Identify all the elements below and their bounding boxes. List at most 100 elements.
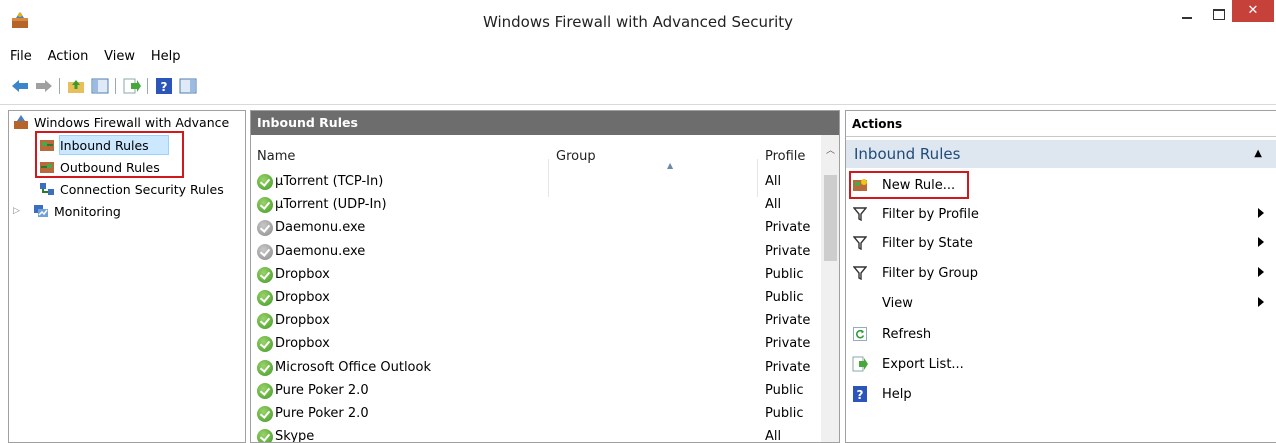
scroll-up-icon[interactable]: ︿ bbox=[821, 143, 839, 159]
action-refresh[interactable]: Refresh bbox=[846, 322, 1276, 346]
table-row[interactable]: Microsoft Office Outlook Private bbox=[251, 357, 821, 380]
toolbar: ? bbox=[0, 72, 1276, 100]
rule-profile: Private bbox=[765, 336, 811, 352]
annotation-highlight-box bbox=[35, 131, 184, 178]
disabled-check-icon bbox=[257, 243, 273, 260]
svg-text:?: ? bbox=[161, 80, 168, 94]
column-header-name[interactable]: Name bbox=[257, 149, 295, 164]
table-row[interactable]: Dropbox Private bbox=[251, 310, 821, 333]
minimize-button[interactable] bbox=[1170, 0, 1204, 30]
table-row[interactable]: µTorrent (TCP-In) All bbox=[251, 171, 821, 194]
submenu-arrow-icon bbox=[1258, 237, 1264, 247]
table-row[interactable]: Daemonu.exe Private bbox=[251, 241, 821, 264]
actions-pane-title: Actions bbox=[846, 111, 1276, 137]
action-filter-by-profile[interactable]: Filter by Profile bbox=[846, 202, 1276, 226]
tree-item-connection-security-rules[interactable]: Connection Security Rules bbox=[39, 179, 224, 199]
rule-name: Daemonu.exe bbox=[275, 220, 366, 236]
menu-file[interactable]: File bbox=[10, 44, 38, 64]
table-row[interactable]: Pure Poker 2.0 Public bbox=[251, 380, 821, 403]
maximize-button[interactable] bbox=[1204, 0, 1232, 30]
rule-name: Dropbox bbox=[275, 289, 330, 305]
enabled-check-icon bbox=[257, 405, 273, 422]
disabled-check-icon bbox=[257, 220, 273, 237]
action-help[interactable]: ? Help bbox=[846, 382, 1276, 406]
menu-bar: File Action View Help bbox=[0, 44, 1276, 70]
toolbar-separator bbox=[147, 78, 148, 94]
sort-ascending-icon: ▲ bbox=[667, 161, 674, 170]
rule-profile: Private bbox=[765, 359, 811, 375]
show-hide-tree-icon[interactable] bbox=[90, 76, 110, 96]
tree-item-label: Windows Firewall with Advance bbox=[34, 114, 230, 130]
table-row[interactable]: Pure Poker 2.0 Public bbox=[251, 403, 821, 426]
enabled-check-icon bbox=[257, 359, 273, 376]
actions-section-label: Inbound Rules bbox=[854, 145, 961, 163]
refresh-icon bbox=[852, 326, 868, 342]
rule-name: µTorrent (UDP-In) bbox=[275, 197, 387, 213]
connection-security-icon bbox=[40, 183, 54, 195]
column-header-group[interactable]: Group bbox=[556, 149, 596, 164]
title-bar: Windows Firewall with Advanced Security … bbox=[0, 0, 1276, 44]
action-filter-by-group[interactable]: Filter by Group bbox=[846, 261, 1276, 285]
annotation-highlight-box bbox=[849, 171, 969, 199]
enabled-check-icon bbox=[257, 266, 273, 283]
table-row[interactable]: Dropbox Public bbox=[251, 287, 821, 310]
expand-chevron-icon[interactable]: ▷ bbox=[13, 206, 25, 216]
menu-action[interactable]: Action bbox=[48, 44, 95, 64]
action-filter-by-state[interactable]: Filter by State bbox=[846, 231, 1276, 255]
enabled-check-icon bbox=[257, 382, 273, 399]
toolbar-divider bbox=[0, 104, 1276, 105]
rule-name: µTorrent (TCP-In) bbox=[275, 174, 384, 189]
up-folder-icon[interactable] bbox=[66, 76, 86, 96]
rule-name: Pure Poker 2.0 bbox=[275, 405, 369, 421]
close-button[interactable]: ✕ bbox=[1232, 0, 1274, 22]
action-label: Help bbox=[882, 386, 912, 402]
rules-list-pane: Inbound Rules Name ▲ Group Profile µTorr… bbox=[250, 110, 840, 443]
help-icon[interactable]: ? bbox=[154, 76, 174, 96]
action-view[interactable]: View bbox=[846, 291, 1276, 315]
table-row[interactable]: Skype All bbox=[251, 426, 821, 443]
table-row[interactable]: Dropbox Private bbox=[251, 333, 821, 356]
collapse-triangle-icon[interactable]: ▲ bbox=[1254, 140, 1262, 168]
column-header-profile[interactable]: Profile bbox=[765, 149, 805, 164]
enabled-check-icon bbox=[257, 289, 273, 306]
back-arrow-icon[interactable] bbox=[10, 76, 30, 96]
toolbar-separator bbox=[59, 78, 60, 94]
submenu-arrow-icon bbox=[1258, 208, 1264, 218]
rule-profile: Private bbox=[765, 220, 811, 236]
window-title: Windows Firewall with Advanced Security bbox=[482, 13, 794, 31]
table-row[interactable]: Daemonu.exe Private bbox=[251, 217, 821, 240]
menu-view[interactable]: View bbox=[104, 44, 141, 64]
forward-arrow-icon[interactable] bbox=[34, 76, 54, 96]
submenu-arrow-icon bbox=[1258, 297, 1264, 307]
action-export-list[interactable]: Export List... bbox=[846, 352, 1276, 376]
scrollbar-thumb[interactable] bbox=[824, 175, 837, 261]
action-label: Filter by State bbox=[882, 235, 973, 251]
enabled-check-icon bbox=[257, 429, 273, 442]
rule-name: Dropbox bbox=[275, 336, 330, 352]
enabled-check-icon bbox=[257, 313, 273, 330]
tree-item-root[interactable]: Windows Firewall with Advance bbox=[13, 112, 229, 132]
monitoring-icon bbox=[34, 205, 48, 217]
vertical-scrollbar[interactable]: ︿ bbox=[821, 135, 839, 442]
tree-item-label: Connection Security Rules bbox=[60, 181, 224, 197]
table-row[interactable]: µTorrent (UDP-In) All bbox=[251, 194, 821, 217]
rule-profile: Public bbox=[765, 405, 804, 421]
enabled-check-icon bbox=[257, 336, 273, 353]
tree-item-monitoring[interactable]: ▷ Monitoring bbox=[13, 201, 121, 221]
export-icon[interactable] bbox=[122, 76, 142, 96]
filter-icon bbox=[852, 206, 868, 222]
rule-profile: All bbox=[765, 429, 782, 443]
filter-icon bbox=[852, 235, 868, 251]
rule-profile: Private bbox=[765, 313, 811, 329]
rule-profile: All bbox=[765, 197, 782, 213]
menu-help[interactable]: Help bbox=[151, 44, 187, 64]
toolbar-separator bbox=[115, 78, 116, 94]
action-label: Export List... bbox=[882, 356, 964, 372]
rule-profile: Public bbox=[765, 382, 804, 398]
enabled-check-icon bbox=[257, 174, 273, 190]
firewall-icon bbox=[14, 115, 28, 129]
table-row[interactable]: Dropbox Public bbox=[251, 264, 821, 287]
actions-section-header[interactable]: Inbound Rules ▲ bbox=[846, 140, 1276, 168]
rule-name: Skype bbox=[275, 429, 315, 443]
show-hide-action-pane-icon[interactable] bbox=[178, 76, 198, 96]
